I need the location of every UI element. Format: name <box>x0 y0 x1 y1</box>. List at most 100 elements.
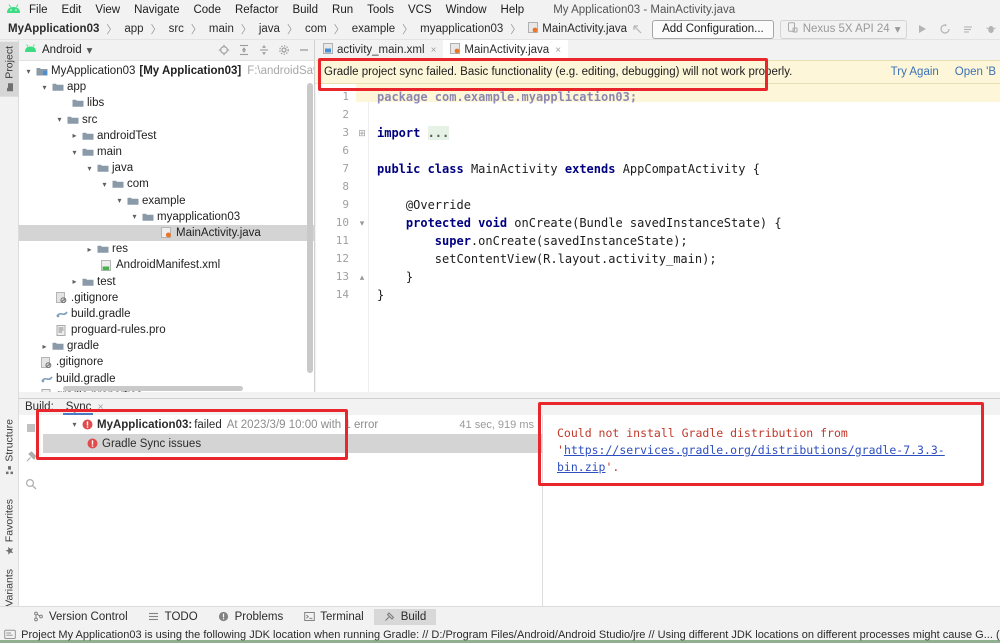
stop-icon[interactable] <box>24 421 38 435</box>
close-icon[interactable]: × <box>431 45 437 56</box>
tree-row[interactable]: .gitignore <box>19 354 314 370</box>
project-tree-vertical-scrollbar[interactable] <box>306 83 314 392</box>
editor-tab-mainactivity-java[interactable]: MainActivity.java × <box>443 40 569 60</box>
try-again-link[interactable]: Try Again <box>891 66 939 78</box>
bottom-tab-terminal[interactable]: Terminal <box>293 609 373 625</box>
project-tree[interactable]: ▾ MyApplication03 [My Application03] F:\… <box>19 61 314 392</box>
tree-row[interactable]: ▾ example <box>19 193 314 209</box>
chevron-right-icon[interactable]: ▸ <box>69 131 80 140</box>
chevron-down-icon[interactable]: ▾ <box>23 67 34 76</box>
bottom-tab-todo[interactable]: TODO <box>138 609 208 625</box>
code-editor[interactable]: 1 2 3 6 7 8 9 10 11 12 13 14 ⊞ ▾ ▴ packa… <box>316 84 1000 392</box>
breadcrumb-item-file[interactable]: MainActivity.java <box>526 22 629 36</box>
editor-tab-activity-main-xml[interactable]: activity_main.xml × <box>316 40 443 60</box>
chevron-right-icon[interactable]: ▸ <box>69 277 80 286</box>
bottom-tab-build[interactable]: Build <box>373 608 437 625</box>
collapsed-imports[interactable]: ... <box>427 126 450 140</box>
code-lines[interactable]: package com.example.myapplication03; imp… <box>368 84 1000 392</box>
chevron-right-icon[interactable]: ▸ <box>39 342 50 351</box>
hide-panel-icon[interactable] <box>297 44 310 57</box>
add-configuration-button[interactable]: Add Configuration... <box>652 19 774 39</box>
sidebar-item-project[interactable]: Project <box>0 42 19 97</box>
chevron-down-icon[interactable]: ▾ <box>69 148 80 157</box>
apply-code-changes-icon[interactable] <box>959 21 976 38</box>
bottom-tab-version-control[interactable]: Version Control <box>22 609 138 625</box>
chevron-down-icon[interactable]: ▾ <box>87 43 93 57</box>
sidebar-item-favorites[interactable]: Favorites <box>0 495 19 560</box>
menu-item-run[interactable]: Run <box>325 2 360 18</box>
bottom-tab-problems[interactable]: Problems <box>208 609 294 625</box>
expand-all-icon[interactable] <box>237 44 250 57</box>
project-view-label[interactable]: Android <box>42 44 82 56</box>
tree-row[interactable]: AndroidManifest.xml <box>19 257 314 273</box>
menu-item-window[interactable]: Window <box>439 2 494 18</box>
debug-icon[interactable] <box>982 21 999 38</box>
tree-row[interactable]: ▸ androidTest <box>19 128 314 144</box>
pin-icon[interactable] <box>24 449 38 463</box>
tree-row[interactable]: ▸ res <box>19 241 314 257</box>
build-row-gradle-sync-issues[interactable]: Gradle Sync issues <box>43 434 542 453</box>
breadcrumb-item-com[interactable]: com <box>303 23 329 35</box>
tree-row[interactable]: .gitignore <box>19 290 314 306</box>
chevron-down-icon[interactable]: ▾ <box>69 420 80 429</box>
tree-row[interactable]: ▾ main <box>19 144 314 160</box>
close-icon[interactable]: × <box>98 402 104 413</box>
back-arrow-icon[interactable] <box>629 21 646 38</box>
tree-row[interactable]: ▾ MyApplication03 [My Application03] F:\… <box>19 63 314 79</box>
tree-row[interactable]: ▸ test <box>19 273 314 289</box>
build-result-tree[interactable]: ▾ MyApplication03: failed At 2023/3/9 10… <box>43 415 543 606</box>
tree-row[interactable]: ▾ java <box>19 160 314 176</box>
tree-row[interactable]: ▸ gradle <box>19 338 314 354</box>
menu-item-tools[interactable]: Tools <box>360 2 401 18</box>
project-tree-horizontal-scrollbar[interactable] <box>19 385 314 392</box>
build-sync-tab[interactable]: Sync × <box>62 401 104 415</box>
chevron-down-icon[interactable]: ▾ <box>99 180 110 189</box>
tree-row[interactable]: libs <box>19 95 314 111</box>
chevron-down-icon[interactable]: ▾ <box>39 83 50 92</box>
run-icon[interactable] <box>913 21 930 38</box>
breadcrumb-item-package[interactable]: myapplication03 <box>418 23 505 35</box>
menu-item-help[interactable]: Help <box>494 2 532 18</box>
chevron-down-icon[interactable]: ▾ <box>54 115 65 124</box>
tree-row[interactable]: ▾ app <box>19 79 314 95</box>
apply-changes-icon[interactable] <box>936 21 953 38</box>
breadcrumb-item-src[interactable]: src <box>167 23 186 35</box>
breadcrumb-item-example[interactable]: example <box>350 23 397 35</box>
breadcrumb-item-main[interactable]: main <box>207 23 236 35</box>
fold-gutter[interactable]: ⊞ ▾ ▴ <box>356 84 368 392</box>
sidebar-item-structure[interactable]: Structure <box>0 415 19 480</box>
device-selector[interactable]: Nexus 5X API 24 ▾ <box>779 19 908 39</box>
tree-row-mainactivity[interactable]: MainActivity.java <box>19 224 314 242</box>
chevron-right-icon[interactable]: ▸ <box>84 245 95 254</box>
fold-end-icon[interactable]: ▴ <box>356 268 368 286</box>
menu-item-build[interactable]: Build <box>285 2 325 18</box>
menu-item-navigate[interactable]: Navigate <box>127 2 186 18</box>
close-icon[interactable]: × <box>555 45 561 56</box>
tree-row[interactable]: build.gradle <box>19 306 314 322</box>
menu-item-refactor[interactable]: Refactor <box>228 2 285 18</box>
tree-row[interactable]: ▾ src <box>19 112 314 128</box>
event-log-icon[interactable] <box>4 629 16 641</box>
fold-expand-icon[interactable]: ⊞ <box>356 124 368 142</box>
chevron-down-icon[interactable]: ▾ <box>114 196 125 205</box>
tree-row[interactable]: ▾ com <box>19 176 314 192</box>
breadcrumb-item-app[interactable]: app <box>122 23 145 35</box>
menu-item-edit[interactable]: Edit <box>55 2 89 18</box>
menu-item-file[interactable]: File <box>22 2 55 18</box>
menu-item-code[interactable]: Code <box>186 2 228 18</box>
breadcrumb-item-java[interactable]: java <box>257 23 282 35</box>
menu-item-vcs[interactable]: VCS <box>401 2 439 18</box>
tree-row[interactable]: proguard-rules.pro <box>19 322 314 338</box>
settings-gear-icon[interactable] <box>277 44 290 57</box>
open-build-link[interactable]: Open 'B <box>955 66 996 78</box>
locate-target-icon[interactable] <box>217 44 230 57</box>
chevron-down-icon[interactable]: ▾ <box>129 212 140 221</box>
menu-item-view[interactable]: View <box>88 2 127 18</box>
collapse-all-icon[interactable] <box>257 44 270 57</box>
fold-collapse-icon[interactable]: ▾ <box>356 214 368 232</box>
search-icon[interactable] <box>24 477 38 491</box>
tree-row[interactable]: ▾ myapplication03 <box>19 209 314 225</box>
chevron-down-icon[interactable]: ▾ <box>84 164 95 173</box>
build-row-project[interactable]: ▾ MyApplication03: failed At 2023/3/9 10… <box>43 415 542 434</box>
breadcrumb-item-project[interactable]: MyApplication03 <box>6 23 101 35</box>
